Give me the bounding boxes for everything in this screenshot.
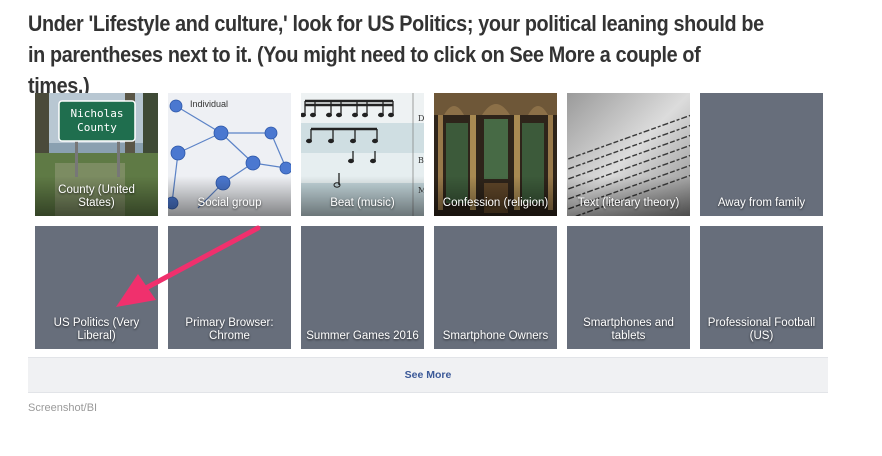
svg-text:Individual: Individual: [190, 99, 228, 109]
tile-label: Professional Football (US): [707, 317, 816, 342]
tile-label: Smartphone Owners: [442, 330, 549, 342]
tile-summer-games[interactable]: Summer Games 2016: [301, 226, 424, 349]
tile-label: Social group: [197, 197, 262, 209]
image-credit: Screenshot/BI: [28, 402, 98, 414]
svg-text:NicholasCounty: Nicholas County: [71, 107, 124, 134]
tile-us-politics[interactable]: US Politics (Very Liberal): [35, 226, 158, 349]
tile-text-literary-theory[interactable]: Text (literary theory): [567, 93, 690, 216]
tile-label: Confession (religion): [442, 197, 549, 209]
tile-label: County (United States): [58, 184, 135, 209]
tile-smartphones-tablets[interactable]: Smartphones and tablets: [567, 226, 690, 349]
tile-label: Primary Browser: Chrome: [185, 317, 274, 342]
see-more-button[interactable]: See More: [28, 357, 828, 393]
tile-beat-music[interactable]: D B M Beat (music): [301, 93, 424, 216]
tile-label: Smartphones and tablets: [583, 317, 674, 342]
tile-label: US Politics (Very Liberal): [53, 317, 140, 342]
instruction-heading: Under 'Lifestyle and culture,' look for …: [28, 11, 764, 98]
tile-away-from-family[interactable]: Away from family: [700, 93, 823, 216]
svg-text:D: D: [418, 114, 424, 123]
tile-social-group[interactable]: Individual Social group: [168, 93, 291, 216]
tile-county[interactable]: Nicholas County County (United States): [35, 93, 158, 216]
svg-text:B: B: [418, 156, 424, 165]
interests-grid: Nicholas County County (United States) I…: [35, 93, 825, 349]
tile-confession-religion[interactable]: Confession (religion): [434, 93, 557, 216]
tile-professional-football[interactable]: Professional Football (US): [700, 226, 823, 349]
tile-label: Text (literary theory): [577, 197, 680, 209]
tile-primary-browser[interactable]: Primary Browser: Chrome: [168, 226, 291, 349]
tile-label: Beat (music): [330, 197, 395, 209]
tile-label: Away from family: [717, 197, 806, 209]
tile-label: Summer Games 2016: [306, 330, 419, 342]
tile-smartphone-owners[interactable]: Smartphone Owners: [434, 226, 557, 349]
